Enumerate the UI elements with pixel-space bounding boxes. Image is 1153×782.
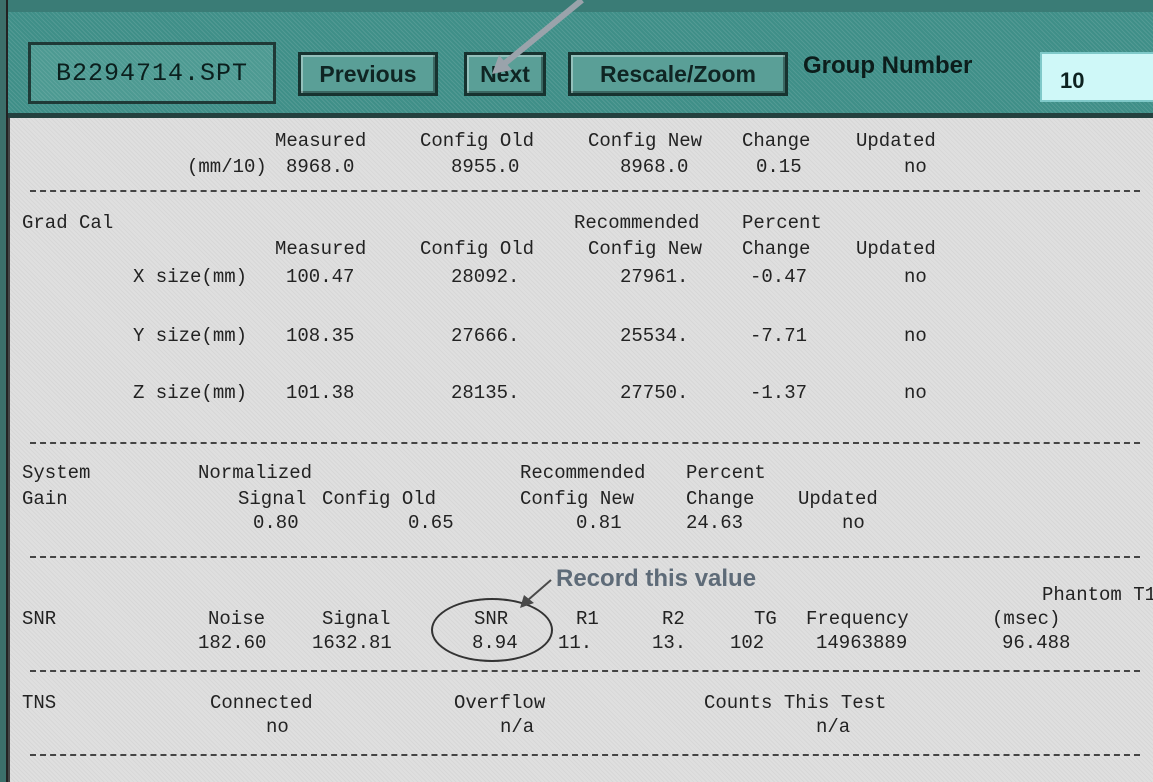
gain-header-signal: Signal	[238, 488, 307, 510]
tns-counts-value: n/a	[816, 716, 851, 738]
window-left-edge	[0, 0, 8, 782]
section-divider	[30, 190, 1140, 192]
grad-cal-title: Grad Cal	[22, 212, 114, 234]
grad-row-measured: 108.35	[286, 325, 355, 347]
grad-row-change: -1.37	[750, 382, 808, 404]
gain-header-recommended: Recommended	[520, 462, 646, 484]
grad-row-config-old: 28135.	[451, 382, 520, 404]
tns-connected-value: no	[266, 716, 289, 738]
freq-header-config-old: Config Old	[420, 130, 535, 152]
grad-row-config-new: 27961.	[620, 266, 689, 288]
snr-header-tg: TG	[754, 608, 777, 630]
freq-header-updated: Updated	[856, 130, 936, 152]
snr-r1-value: 11.	[558, 632, 593, 654]
freq-config-new-value: 8968.0	[620, 156, 689, 178]
group-number-field[interactable]: 10	[1040, 52, 1153, 102]
snr-frequency-value: 14963889	[816, 632, 908, 654]
snr-header-r1: R1	[576, 608, 599, 630]
freq-measured-value: 8968.0	[286, 156, 355, 178]
grad-row-change: -7.71	[750, 325, 808, 347]
grad-row-label: X size(mm)	[133, 266, 248, 288]
snr-header-msec: (msec)	[992, 608, 1061, 630]
gain-header-config-old: Config Old	[322, 488, 437, 510]
freq-unit-label: (mm/10)	[187, 156, 267, 178]
record-this-value-callout: Record this value	[556, 565, 757, 592]
snr-header-noise: Noise	[208, 608, 266, 630]
section-divider	[30, 556, 1140, 558]
gain-change-value: 24.63	[686, 512, 744, 534]
freq-config-old-value: 8955.0	[451, 156, 520, 178]
gain-header-change: Change	[686, 488, 755, 510]
tns-header-counts: Counts This Test	[704, 692, 887, 714]
snr-r2-value: 13.	[652, 632, 687, 654]
gain-header-config-new: Config New	[520, 488, 635, 510]
toolbar: B2294714.SPT Previous Next Rescale/Zoom …	[8, 0, 1153, 113]
grad-row-label: Z size(mm)	[133, 382, 248, 404]
grad-header-config-old: Config Old	[420, 238, 535, 260]
grad-row-config-old: 28092.	[451, 266, 520, 288]
freq-header-measured: Measured	[275, 130, 367, 152]
snr-signal-value: 1632.81	[312, 632, 392, 654]
freq-header-change: Change	[742, 130, 811, 152]
filename-field[interactable]: B2294714.SPT	[28, 42, 276, 104]
next-button[interactable]: Next	[464, 52, 546, 96]
grad-row-config-old: 27666.	[451, 325, 520, 347]
grad-header-change: Change	[742, 238, 811, 260]
snr-tg-value: 102	[730, 632, 765, 654]
snr-header-frequency: Frequency	[806, 608, 909, 630]
gain-title-line2: Gain	[22, 488, 68, 510]
grad-row-label: Y size(mm)	[133, 325, 248, 347]
section-divider	[30, 670, 1140, 672]
grad-header-percent: Percent	[742, 212, 822, 234]
grad-row-updated: no	[904, 325, 927, 347]
tns-header-connected: Connected	[210, 692, 313, 714]
snr-t1-value: 96.488	[1002, 632, 1071, 654]
section-divider	[30, 754, 1140, 756]
snr-title: SNR	[22, 608, 57, 630]
previous-button[interactable]: Previous	[298, 52, 438, 96]
snr-header-signal: Signal	[322, 608, 391, 630]
grad-row-updated: no	[904, 382, 927, 404]
gain-updated-value: no	[842, 512, 865, 534]
gain-title-line1: System	[22, 462, 91, 484]
snr-highlight-circle	[431, 598, 553, 662]
gain-signal-value: 0.80	[253, 512, 299, 534]
grad-header-recommended: Recommended	[574, 212, 700, 234]
grad-row-config-new: 25534.	[620, 325, 689, 347]
grad-row-measured: 101.38	[286, 382, 355, 404]
grad-row-updated: no	[904, 266, 927, 288]
results-panel: Measured Config Old Config New Change Up…	[8, 118, 1153, 782]
grad-row-measured: 100.47	[286, 266, 355, 288]
gain-header-updated: Updated	[798, 488, 878, 510]
gain-config-old-value: 0.65	[408, 512, 454, 534]
freq-updated-value: no	[904, 156, 927, 178]
tns-overflow-value: n/a	[500, 716, 535, 738]
gain-header-normalized: Normalized	[198, 462, 313, 484]
spectroscopy-qa-window: B2294714.SPT Previous Next Rescale/Zoom …	[0, 0, 1153, 782]
grad-row-change: -0.47	[750, 266, 808, 288]
freq-header-config-new: Config New	[588, 130, 703, 152]
snr-header-r2: R2	[662, 608, 685, 630]
tns-header-overflow: Overflow	[454, 692, 546, 714]
grad-header-config-new: Config New	[588, 238, 703, 260]
grad-row-config-new: 27750.	[620, 382, 689, 404]
section-divider	[30, 442, 1140, 444]
gain-header-percent: Percent	[686, 462, 766, 484]
snr-noise-value: 182.60	[198, 632, 267, 654]
grad-header-updated: Updated	[856, 238, 936, 260]
tns-title: TNS	[22, 692, 57, 714]
snr-header-phantom: Phantom T1	[1042, 584, 1153, 606]
rescale-zoom-button[interactable]: Rescale/Zoom	[568, 52, 788, 96]
freq-change-value: 0.15	[756, 156, 802, 178]
grad-header-measured: Measured	[275, 238, 367, 260]
group-number-label: Group Number	[803, 52, 973, 79]
gain-config-new-value: 0.81	[576, 512, 622, 534]
